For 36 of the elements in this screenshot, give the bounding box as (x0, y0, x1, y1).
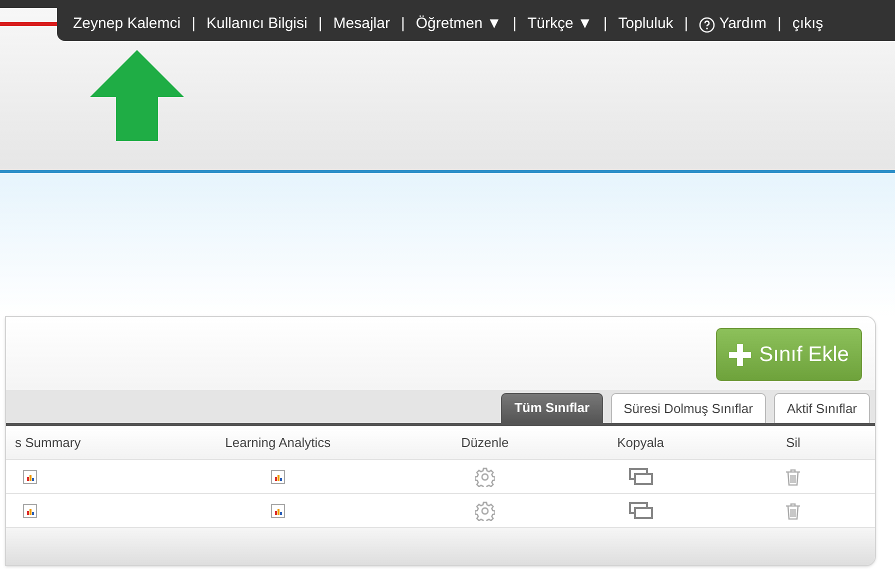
column-header: s Summary (14, 434, 82, 452)
nav-link[interactable]: Öğretmen ▼ (416, 13, 502, 36)
separator: | (512, 14, 518, 34)
column-header: Sil (784, 434, 802, 452)
help-icon (699, 16, 716, 32)
separator: | (190, 14, 196, 34)
bar-chart-icon[interactable] (23, 504, 37, 518)
column-header: Düzenle (460, 434, 510, 452)
gear-icon[interactable] (474, 466, 495, 486)
gear-icon[interactable] (474, 500, 495, 520)
trash-icon[interactable] (785, 502, 802, 520)
nav-link[interactable]: Türkçe ▼ (527, 13, 592, 36)
tab[interactable]: Aktif Sınıflar (774, 393, 870, 423)
tab[interactable]: Tüm Sınıflar (501, 393, 603, 423)
separator: | (776, 14, 782, 34)
copy-icon[interactable] (628, 502, 653, 519)
nav-link[interactable]: Zeynep Kalemci (73, 13, 181, 36)
column-header: Kopyala (616, 434, 666, 452)
separator: | (400, 14, 406, 34)
separator: | (602, 14, 608, 34)
column-header: Learning Analytics (224, 434, 332, 452)
copy-icon[interactable] (628, 468, 653, 485)
bar-chart-icon[interactable] (270, 470, 285, 484)
plus-icon (729, 344, 752, 366)
separator: | (317, 14, 324, 34)
tab[interactable]: Süresi Dolmuş Sınıflar (610, 393, 766, 423)
trash-icon[interactable] (785, 468, 802, 486)
bar-chart-icon[interactable] (23, 470, 37, 484)
nav-link[interactable]: çıkış (792, 13, 824, 36)
help-link[interactable]: Yardım (699, 13, 766, 36)
bar-chart-icon[interactable] (270, 504, 285, 518)
nav-link[interactable]: Mesajlar (333, 13, 390, 36)
separator: | (683, 14, 690, 34)
nav-link[interactable]: Topluluk (618, 13, 674, 36)
nav-link[interactable]: Kullanıcı Bilgisi (206, 13, 308, 36)
up-arrow-icon (90, 50, 184, 141)
